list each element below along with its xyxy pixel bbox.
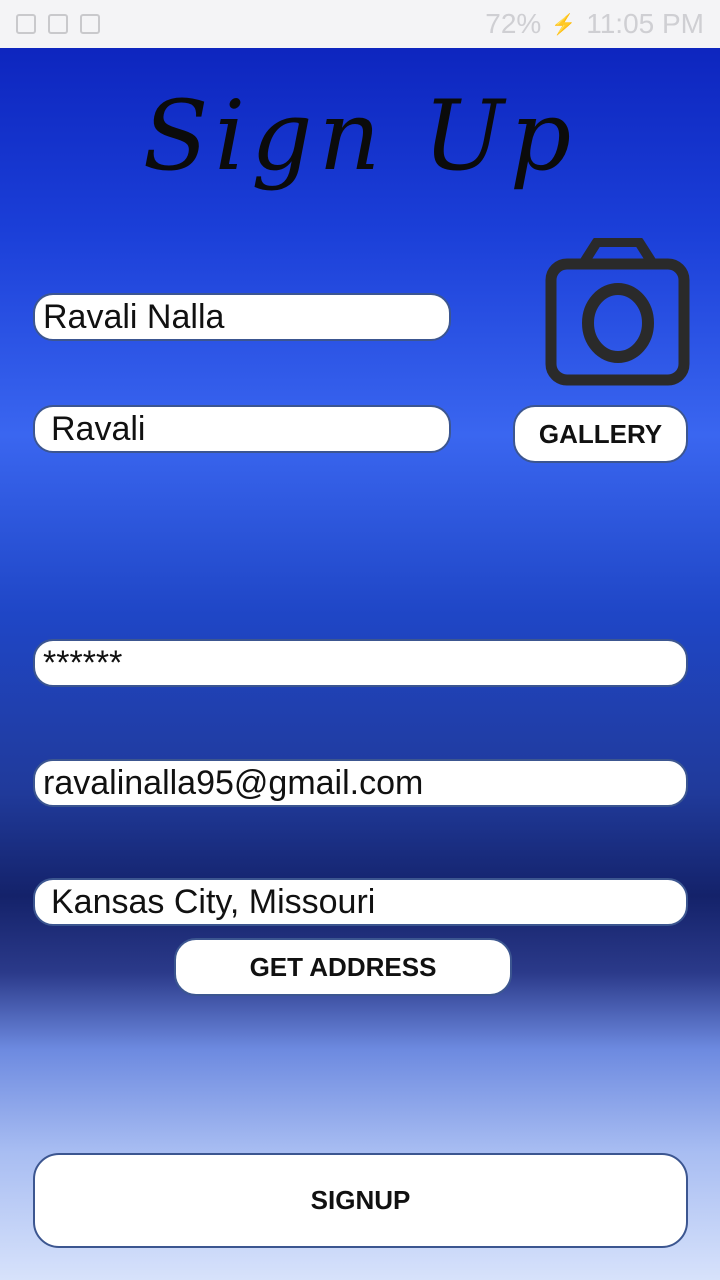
page-title: Sign Up [142,80,578,192]
battery-percent: 72% [485,8,542,39]
address-field[interactable]: Kansas City, Missouri [33,878,688,926]
file-icon [80,14,100,34]
clock: 11:05 PM [586,8,704,39]
username-field[interactable]: Ravali [33,405,451,453]
gallery-button[interactable]: GALLERY [513,405,688,463]
password-field[interactable]: ****** [33,639,688,687]
get-address-button[interactable]: GET ADDRESS [174,938,512,996]
charging-icon: ⚡ [551,13,577,36]
screenshot-icon [16,14,36,34]
status-bar: 72% ⚡ 11:05 PM [0,0,720,48]
signup-button[interactable]: SIGNUP [33,1153,688,1248]
camera-icon[interactable] [545,238,690,386]
email-field[interactable]: ravalinalla95@gmail.com [33,759,688,807]
full-name-field[interactable]: Ravali Nalla [33,293,451,341]
sim-icon [48,14,68,34]
